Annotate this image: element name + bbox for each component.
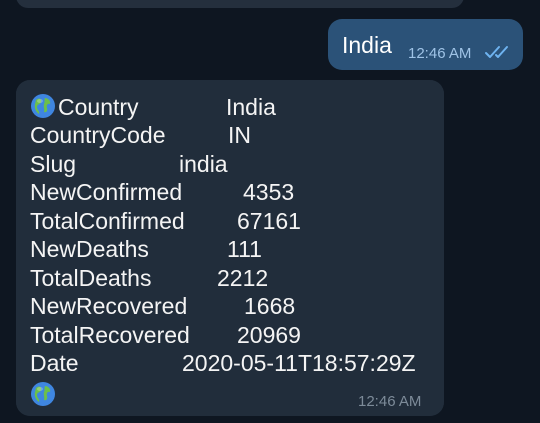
row-newconfirmed-value: 4353 — [243, 179, 295, 205]
row-countrycode-value: IN — [228, 122, 251, 148]
globe-icon — [30, 93, 56, 119]
outgoing-message-bubble[interactable]: India 12:46 AM — [328, 19, 523, 70]
previous-message-bubble — [16, 0, 464, 8]
row-newrecovered-value: 1668 — [244, 293, 296, 319]
outgoing-message-text: India — [342, 32, 392, 58]
row-countrycode: CountryCode — [30, 122, 166, 148]
outgoing-message-time: 12:46 AM — [408, 45, 472, 62]
row-totaldeaths-value: 2212 — [217, 265, 269, 291]
double-check-icon — [485, 46, 508, 58]
row-totalconfirmed: TotalConfirmed — [30, 208, 185, 234]
incoming-message-bubble[interactable]: Country India CountryCode IN Slug india … — [16, 80, 444, 416]
row-country-value: India — [226, 94, 276, 120]
row-totalrecovered-value: 20969 — [237, 322, 301, 348]
row-totaldeaths: TotalDeaths — [30, 265, 152, 291]
row-date-value: 2020-05-11T18:57:29Z — [182, 350, 416, 376]
row-newdeaths-value: 111 — [227, 236, 262, 262]
row-newdeaths: NewDeaths — [30, 236, 149, 262]
row-country: Country — [30, 93, 139, 121]
row-date: Date — [30, 350, 79, 376]
row-slug: Slug — [30, 151, 77, 177]
row-slug-value: india — [179, 151, 228, 177]
row-totalrecovered: TotalRecovered — [30, 322, 190, 348]
row-newrecovered: NewRecovered — [30, 293, 188, 319]
incoming-message-time: 12:46 AM — [358, 393, 422, 410]
globe-icon — [30, 381, 56, 407]
row-newconfirmed: NewConfirmed — [30, 179, 183, 205]
row-totalconfirmed-value: 67161 — [237, 208, 301, 234]
